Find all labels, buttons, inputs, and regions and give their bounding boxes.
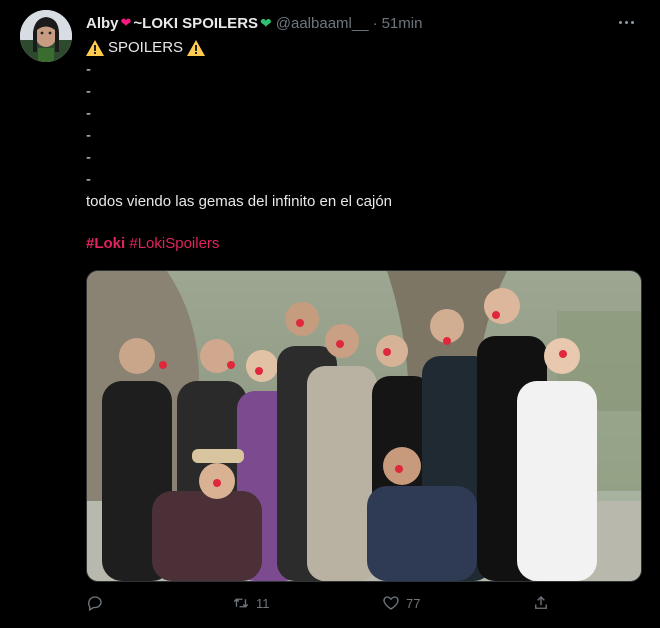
- reply-icon: [88, 596, 102, 611]
- avatar[interactable]: [20, 10, 72, 62]
- more-icon[interactable]: [614, 14, 638, 30]
- tweet-photo[interactable]: [86, 270, 642, 582]
- tweet-actions: 11 77: [86, 594, 556, 618]
- green-heart-icon: ❤: [260, 14, 272, 31]
- share-icon: [535, 596, 547, 609]
- share-button[interactable]: [532, 594, 550, 612]
- tweet-text: SPOILERS - - - - - - todos viendo las ge…: [86, 37, 392, 213]
- like-button[interactable]: 77: [382, 594, 420, 612]
- tweet: Alby ❤ ~LOKI SPOILERS ❤ @aalbaaml__ · 51…: [0, 0, 660, 628]
- heart-with-arrow-icon: ❤: [120, 15, 132, 30]
- display-name-suffix[interactable]: ~LOKI SPOILERS: [133, 15, 258, 32]
- display-name[interactable]: Alby: [86, 15, 119, 32]
- warning-icon: [86, 40, 104, 56]
- dash-line: -: [86, 83, 91, 100]
- like-icon: [383, 596, 399, 610]
- hashtag-lokispoilers[interactable]: #LokiSpoilers: [129, 235, 219, 252]
- hashtags: #Loki #LokiSpoilers: [86, 233, 219, 255]
- warning-icon: [187, 40, 206, 56]
- reply-button[interactable]: [86, 594, 110, 612]
- dash-line: -: [86, 171, 91, 188]
- retweet-count: 11: [256, 595, 270, 611]
- group-photo: [87, 271, 641, 581]
- user-handle[interactable]: @aalbaaml__: [276, 15, 369, 32]
- dash-line: -: [86, 127, 91, 144]
- timestamp[interactable]: 51min: [382, 15, 423, 32]
- dash-line: -: [86, 149, 91, 166]
- separator-dot: ·: [372, 14, 378, 32]
- dash-line: -: [86, 105, 91, 122]
- tweet-sentence: todos viendo las gemas del infinito en e…: [86, 193, 393, 210]
- like-count: 77: [406, 595, 421, 611]
- retweet-button[interactable]: 11: [232, 594, 270, 612]
- spoilers-line: SPOILERS: [86, 37, 392, 59]
- dash-line: -: [86, 61, 91, 78]
- tweet-header: Alby ❤ ~LOKI SPOILERS ❤ @aalbaaml__ · 51…: [86, 12, 422, 34]
- retweet-icon: [233, 598, 249, 608]
- hashtag-loki[interactable]: #Loki: [86, 235, 125, 252]
- spoilers-text: SPOILERS: [108, 39, 184, 56]
